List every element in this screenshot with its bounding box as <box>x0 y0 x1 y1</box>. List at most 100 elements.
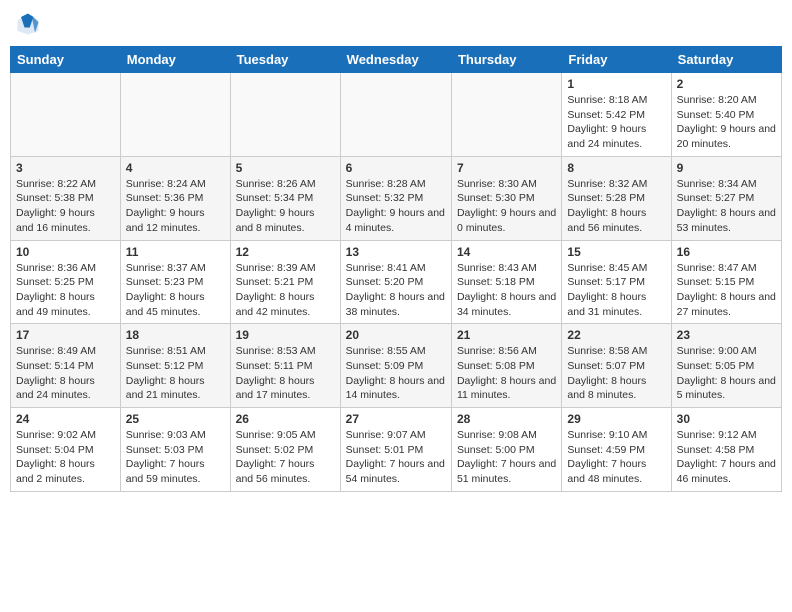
day-header-friday: Friday <box>562 47 671 73</box>
day-info: Sunrise: 8:30 AM Sunset: 5:30 PM Dayligh… <box>457 177 556 236</box>
day-info: Sunrise: 8:37 AM Sunset: 5:23 PM Dayligh… <box>126 261 225 320</box>
calendar-cell: 24 Sunrise: 9:02 AM Sunset: 5:04 PM Dayli… <box>11 408 121 492</box>
calendar-cell: 29 Sunrise: 9:10 AM Sunset: 4:59 PM Dayli… <box>562 408 671 492</box>
day-header-tuesday: Tuesday <box>230 47 340 73</box>
calendar-cell: 2Sunrise: 8:20 AM Sunset: 5:40 PM Daylig… <box>671 73 781 157</box>
week-row-5: 24 Sunrise: 9:02 AM Sunset: 5:04 PM Dayli… <box>11 408 782 492</box>
calendar-cell: 11 Sunrise: 8:37 AM Sunset: 5:23 PM Dayli… <box>120 240 230 324</box>
day-info: Sunrise: 8:45 AM Sunset: 5:17 PM Dayligh… <box>567 261 665 320</box>
day-header-thursday: Thursday <box>451 47 561 73</box>
day-number: 23 <box>677 328 776 342</box>
day-info: Sunrise: 8:34 AM Sunset: 5:27 PM Dayligh… <box>677 177 776 236</box>
week-row-3: 10 Sunrise: 8:36 AM Sunset: 5:25 PM Dayli… <box>11 240 782 324</box>
day-number: 25 <box>126 412 225 426</box>
calendar-cell: 14 Sunrise: 8:43 AM Sunset: 5:18 PM Dayli… <box>451 240 561 324</box>
page-header <box>10 10 782 38</box>
day-number: 15 <box>567 245 665 259</box>
calendar-cell: 19 Sunrise: 8:53 AM Sunset: 5:11 PM Dayli… <box>230 324 340 408</box>
day-number: 14 <box>457 245 556 259</box>
calendar-cell: 18 Sunrise: 8:51 AM Sunset: 5:12 PM Dayli… <box>120 324 230 408</box>
day-number: 8 <box>567 161 665 175</box>
calendar-cell: 15 Sunrise: 8:45 AM Sunset: 5:17 PM Dayli… <box>562 240 671 324</box>
calendar-table: SundayMondayTuesdayWednesdayThursdayFrid… <box>10 46 782 492</box>
day-number: 30 <box>677 412 776 426</box>
day-number: 5 <box>236 161 335 175</box>
calendar-cell: 4Sunrise: 8:24 AM Sunset: 5:36 PM Daylig… <box>120 156 230 240</box>
calendar-cell: 9 Sunrise: 8:34 AM Sunset: 5:27 PM Daylig… <box>671 156 781 240</box>
calendar-cell <box>120 73 230 157</box>
day-number: 27 <box>346 412 446 426</box>
logo-icon <box>14 10 42 38</box>
day-info: Sunrise: 8:28 AM Sunset: 5:32 PM Dayligh… <box>346 177 446 236</box>
day-header-monday: Monday <box>120 47 230 73</box>
calendar-cell: 5 Sunrise: 8:26 AM Sunset: 5:34 PM Daylig… <box>230 156 340 240</box>
day-info: Sunrise: 8:58 AM Sunset: 5:07 PM Dayligh… <box>567 344 665 403</box>
calendar-cell: 23 Sunrise: 9:00 AM Sunset: 5:05 PM Dayli… <box>671 324 781 408</box>
calendar-cell: 20 Sunrise: 8:55 AM Sunset: 5:09 PM Dayli… <box>340 324 451 408</box>
day-number: 9 <box>677 161 776 175</box>
day-info: Sunrise: 8:18 AM Sunset: 5:42 PM Dayligh… <box>567 93 665 152</box>
calendar-cell: 26Sunrise: 9:05 AM Sunset: 5:02 PM Dayli… <box>230 408 340 492</box>
day-info: Sunrise: 9:12 AM Sunset: 4:58 PM Dayligh… <box>677 428 776 487</box>
logo <box>14 10 44 38</box>
day-info: Sunrise: 9:02 AM Sunset: 5:04 PM Dayligh… <box>16 428 115 487</box>
calendar-cell: 10 Sunrise: 8:36 AM Sunset: 5:25 PM Dayli… <box>11 240 121 324</box>
day-header-sunday: Sunday <box>11 47 121 73</box>
day-number: 21 <box>457 328 556 342</box>
calendar-cell: 12Sunrise: 8:39 AM Sunset: 5:21 PM Dayli… <box>230 240 340 324</box>
day-info: Sunrise: 9:10 AM Sunset: 4:59 PM Dayligh… <box>567 428 665 487</box>
day-number: 17 <box>16 328 115 342</box>
calendar-cell: 27 Sunrise: 9:07 AM Sunset: 5:01 PM Dayli… <box>340 408 451 492</box>
day-number: 10 <box>16 245 115 259</box>
day-number: 4 <box>126 161 225 175</box>
day-header-wednesday: Wednesday <box>340 47 451 73</box>
week-row-1: 1 Sunrise: 8:18 AM Sunset: 5:42 PM Daylig… <box>11 73 782 157</box>
day-info: Sunrise: 8:49 AM Sunset: 5:14 PM Dayligh… <box>16 344 115 403</box>
day-number: 3 <box>16 161 115 175</box>
day-info: Sunrise: 8:32 AM Sunset: 5:28 PM Dayligh… <box>567 177 665 236</box>
day-number: 11 <box>126 245 225 259</box>
day-number: 16 <box>677 245 776 259</box>
week-row-2: 3 Sunrise: 8:22 AM Sunset: 5:38 PM Daylig… <box>11 156 782 240</box>
calendar-cell: 25Sunrise: 9:03 AM Sunset: 5:03 PM Dayli… <box>120 408 230 492</box>
day-number: 28 <box>457 412 556 426</box>
day-header-saturday: Saturday <box>671 47 781 73</box>
day-info: Sunrise: 8:22 AM Sunset: 5:38 PM Dayligh… <box>16 177 115 236</box>
calendar-cell <box>451 73 561 157</box>
calendar-cell: 17 Sunrise: 8:49 AM Sunset: 5:14 PM Dayli… <box>11 324 121 408</box>
week-row-4: 17 Sunrise: 8:49 AM Sunset: 5:14 PM Dayli… <box>11 324 782 408</box>
calendar-cell: 22Sunrise: 8:58 AM Sunset: 5:07 PM Dayli… <box>562 324 671 408</box>
day-info: Sunrise: 8:36 AM Sunset: 5:25 PM Dayligh… <box>16 261 115 320</box>
day-info: Sunrise: 9:07 AM Sunset: 5:01 PM Dayligh… <box>346 428 446 487</box>
calendar-cell: 1 Sunrise: 8:18 AM Sunset: 5:42 PM Daylig… <box>562 73 671 157</box>
calendar-cell <box>11 73 121 157</box>
calendar-cell: 28 Sunrise: 9:08 AM Sunset: 5:00 PM Dayli… <box>451 408 561 492</box>
days-header-row: SundayMondayTuesdayWednesdayThursdayFrid… <box>11 47 782 73</box>
calendar-cell: 6 Sunrise: 8:28 AM Sunset: 5:32 PM Daylig… <box>340 156 451 240</box>
day-number: 13 <box>346 245 446 259</box>
day-info: Sunrise: 8:53 AM Sunset: 5:11 PM Dayligh… <box>236 344 335 403</box>
day-number: 1 <box>567 77 665 91</box>
day-info: Sunrise: 9:00 AM Sunset: 5:05 PM Dayligh… <box>677 344 776 403</box>
day-number: 18 <box>126 328 225 342</box>
calendar-cell <box>340 73 451 157</box>
calendar-cell: 7 Sunrise: 8:30 AM Sunset: 5:30 PM Daylig… <box>451 156 561 240</box>
day-info: Sunrise: 8:26 AM Sunset: 5:34 PM Dayligh… <box>236 177 335 236</box>
calendar-cell: 30 Sunrise: 9:12 AM Sunset: 4:58 PM Dayli… <box>671 408 781 492</box>
day-number: 20 <box>346 328 446 342</box>
day-info: Sunrise: 9:08 AM Sunset: 5:00 PM Dayligh… <box>457 428 556 487</box>
day-info: Sunrise: 8:55 AM Sunset: 5:09 PM Dayligh… <box>346 344 446 403</box>
day-number: 29 <box>567 412 665 426</box>
day-number: 7 <box>457 161 556 175</box>
day-number: 24 <box>16 412 115 426</box>
day-number: 6 <box>346 161 446 175</box>
day-number: 19 <box>236 328 335 342</box>
day-info: Sunrise: 8:43 AM Sunset: 5:18 PM Dayligh… <box>457 261 556 320</box>
day-info: Sunrise: 8:20 AM Sunset: 5:40 PM Dayligh… <box>677 93 776 152</box>
day-number: 26 <box>236 412 335 426</box>
day-info: Sunrise: 8:39 AM Sunset: 5:21 PM Dayligh… <box>236 261 335 320</box>
calendar-cell: 21Sunrise: 8:56 AM Sunset: 5:08 PM Dayli… <box>451 324 561 408</box>
day-info: Sunrise: 8:51 AM Sunset: 5:12 PM Dayligh… <box>126 344 225 403</box>
calendar-cell: 3 Sunrise: 8:22 AM Sunset: 5:38 PM Daylig… <box>11 156 121 240</box>
calendar-cell: 16Sunrise: 8:47 AM Sunset: 5:15 PM Dayli… <box>671 240 781 324</box>
